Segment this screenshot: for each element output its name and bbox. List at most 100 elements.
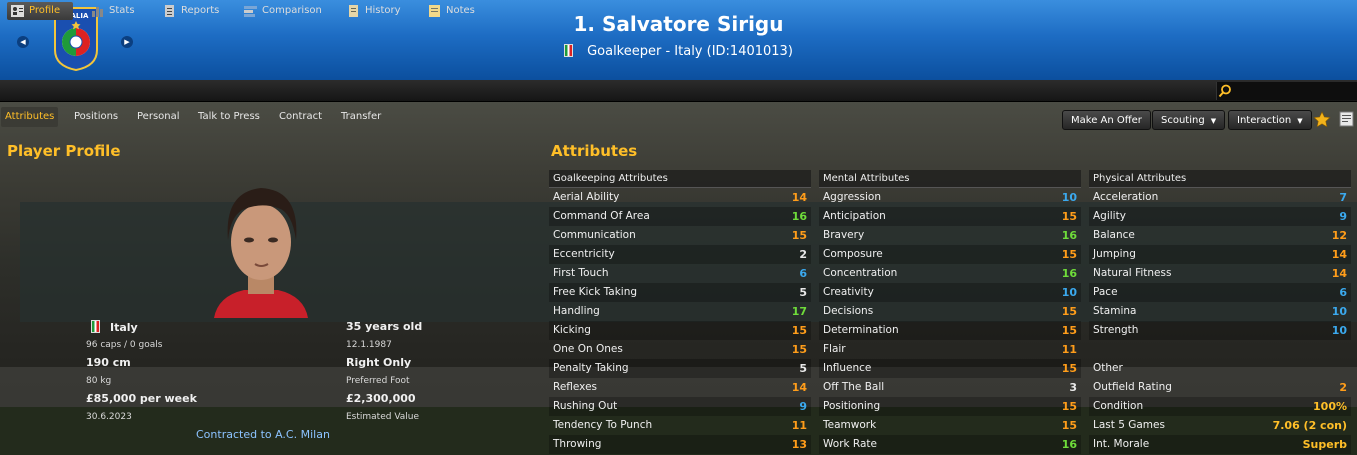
search-input[interactable] bbox=[1216, 82, 1357, 100]
button-label: Make An Offer bbox=[1071, 115, 1142, 126]
attribute-name: Throwing bbox=[553, 438, 602, 450]
notes-icon[interactable] bbox=[1339, 111, 1355, 127]
attribute-value: 14 bbox=[1331, 267, 1347, 280]
subtab-attributes[interactable]: Attributes bbox=[1, 107, 59, 127]
attribute-name: Kicking bbox=[553, 324, 591, 336]
attribute-row: Jumping 14 bbox=[1089, 245, 1351, 264]
attribute-value: 16 bbox=[1061, 267, 1077, 280]
attribute-name: Int. Morale bbox=[1093, 438, 1150, 450]
tab-label: Stats bbox=[109, 5, 135, 16]
attribute-value: 16 bbox=[1061, 438, 1077, 451]
attribute-row: Aerial Ability 14 bbox=[549, 188, 811, 207]
attribute-value: 11 bbox=[791, 419, 807, 432]
tab-stats[interactable]: Stats bbox=[87, 2, 135, 20]
weight-value: 80 kg bbox=[86, 376, 112, 386]
attribute-row: Teamwork 15 bbox=[819, 416, 1081, 435]
search-icon[interactable] bbox=[1218, 84, 1232, 98]
attribute-name: Bravery bbox=[823, 229, 865, 241]
mental-attributes: Mental Attributes Aggression 10 Anticipati… bbox=[819, 170, 1081, 454]
subtab-contract[interactable]: Contract bbox=[275, 107, 326, 127]
tab-reports[interactable]: Reports bbox=[159, 2, 219, 20]
attribute-value: 2 bbox=[1339, 381, 1347, 394]
subtab-personal[interactable]: Personal bbox=[133, 107, 184, 127]
tab-profile[interactable]: Profile bbox=[7, 2, 73, 20]
attribute-name: Eccentricity bbox=[553, 248, 615, 260]
attribute-row: Eccentricity 2 bbox=[549, 245, 811, 264]
attribute-row: Outfield Rating 2 bbox=[1089, 378, 1351, 397]
tab-label: History bbox=[365, 5, 401, 16]
tab-comparison[interactable]: Comparison bbox=[240, 2, 322, 20]
attribute-row: Rushing Out 9 bbox=[549, 397, 811, 416]
spacer-row bbox=[1089, 340, 1351, 359]
attribute-value: 14 bbox=[791, 381, 807, 394]
international-caps: 96 caps / 0 goals bbox=[86, 340, 163, 350]
button-label: Scouting bbox=[1161, 115, 1205, 126]
history-scroll-icon bbox=[349, 5, 358, 17]
tab-history[interactable]: History bbox=[343, 2, 401, 20]
attribute-name: Aggression bbox=[823, 191, 881, 203]
attribute-value: 16 bbox=[1061, 229, 1077, 242]
attribute-row: Tendency To Punch 11 bbox=[549, 416, 811, 435]
attribute-value: 13 bbox=[791, 438, 807, 451]
attribute-name: Work Rate bbox=[823, 438, 878, 450]
attribute-name: Decisions bbox=[823, 305, 874, 317]
attribute-name: Handling bbox=[553, 305, 600, 317]
attributes-title: Attributes bbox=[551, 142, 638, 160]
make-offer-button[interactable]: Make An Offer bbox=[1062, 110, 1151, 130]
attribute-value: 10 bbox=[1331, 324, 1347, 337]
attribute-value: Superb bbox=[1302, 438, 1347, 451]
attribute-value: 14 bbox=[1331, 248, 1347, 261]
italy-flag-icon bbox=[91, 320, 100, 333]
interaction-dropdown[interactable]: Interaction ▼ bbox=[1228, 110, 1312, 130]
attribute-value: 15 bbox=[1061, 400, 1077, 413]
attribute-group-header: Physical Attributes bbox=[1089, 170, 1351, 188]
player-position-nation: Goalkeeper - Italy (ID:1401013) bbox=[587, 44, 793, 59]
subtab-transfer[interactable]: Transfer bbox=[337, 107, 385, 127]
preferred-foot-value: Right Only bbox=[346, 356, 412, 369]
attribute-value: 7.06 (2 con) bbox=[1272, 419, 1347, 432]
attribute-value: 14 bbox=[791, 191, 807, 204]
subtab-talk-to-press[interactable]: Talk to Press bbox=[194, 107, 264, 127]
attribute-row: Last 5 Games 7.06 (2 con) bbox=[1089, 416, 1351, 435]
attribute-value: 15 bbox=[1061, 248, 1077, 261]
player-portrait bbox=[214, 188, 308, 318]
attribute-row: Bravery 16 bbox=[819, 226, 1081, 245]
attribute-row: Concentration 16 bbox=[819, 264, 1081, 283]
estimated-value: £2,300,000 bbox=[346, 392, 416, 405]
star-icon[interactable] bbox=[1313, 111, 1331, 129]
profile-icon bbox=[11, 5, 24, 17]
attribute-name: Penalty Taking bbox=[553, 362, 629, 374]
attribute-row: Throwing 13 bbox=[549, 435, 811, 454]
goalkeeping-attributes: Goalkeeping Attributes Aerial Ability 14 C… bbox=[549, 170, 811, 454]
attribute-row: Flair 11 bbox=[819, 340, 1081, 359]
attribute-name: Strength bbox=[1093, 324, 1139, 336]
tab-notes[interactable]: Notes bbox=[424, 2, 475, 20]
tab-label: Notes bbox=[446, 5, 475, 16]
attribute-row: Kicking 15 bbox=[549, 321, 811, 340]
subtab-positions[interactable]: Positions bbox=[70, 107, 122, 127]
attribute-value: 3 bbox=[1069, 381, 1077, 394]
attribute-row: Condition 100% bbox=[1089, 397, 1351, 416]
attribute-row: Acceleration 7 bbox=[1089, 188, 1351, 207]
attribute-row: Positioning 15 bbox=[819, 397, 1081, 416]
attribute-name: Pace bbox=[1093, 286, 1118, 298]
attribute-row: Aggression 10 bbox=[819, 188, 1081, 207]
attribute-name: Off The Ball bbox=[823, 381, 885, 393]
attribute-value: 15 bbox=[1061, 419, 1077, 432]
attribute-name: Determination bbox=[823, 324, 899, 336]
attribute-row: Strength 10 bbox=[1089, 321, 1351, 340]
attribute-row: Pace 6 bbox=[1089, 283, 1351, 302]
attribute-value: 5 bbox=[799, 362, 807, 375]
report-icon bbox=[165, 5, 174, 17]
scouting-dropdown[interactable]: Scouting ▼ bbox=[1152, 110, 1226, 130]
attribute-row: Command Of Area 16 bbox=[549, 207, 811, 226]
contract-club-link[interactable]: Contracted to A.C. Milan bbox=[196, 428, 330, 441]
attribute-name: Agility bbox=[1093, 210, 1126, 222]
attribute-name: First Touch bbox=[553, 267, 609, 279]
attribute-row: Creativity 10 bbox=[819, 283, 1081, 302]
comparison-icon bbox=[244, 6, 257, 17]
estimated-value-label: Estimated Value bbox=[346, 412, 420, 422]
attribute-value: 6 bbox=[799, 267, 807, 280]
bar-chart-icon bbox=[92, 7, 103, 17]
attribute-name: Anticipation bbox=[823, 210, 886, 222]
